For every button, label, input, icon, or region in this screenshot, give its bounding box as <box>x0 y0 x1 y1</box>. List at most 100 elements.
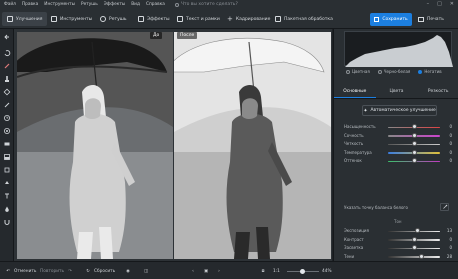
back-arrow-icon[interactable] <box>3 33 11 41</box>
tab-effects[interactable]: Эффекты <box>133 12 175 26</box>
fit-screen-button[interactable]: ⧈ <box>259 266 267 276</box>
color-slider-row: Насыщенность 0 <box>344 123 456 131</box>
tab-effects-label: Эффекты <box>147 16 170 22</box>
slider-track[interactable] <box>388 230 440 232</box>
slider-handle[interactable] <box>414 228 420 233</box>
slider-track[interactable] <box>388 256 440 258</box>
tab-enhance-label: Улучшения <box>16 16 43 22</box>
slider-handle[interactable] <box>418 253 424 259</box>
slider-handle[interactable] <box>411 141 417 146</box>
subtab-sharpness[interactable]: Резкость <box>417 85 458 98</box>
tab-crop[interactable]: + Кадрирование <box>222 12 275 26</box>
slider-value: 0 <box>449 141 452 146</box>
redo-button[interactable]: Повторить ↷ <box>40 266 74 276</box>
menu-tools[interactable]: Инструменты <box>44 2 75 7</box>
prev-image-button[interactable]: ‹ <box>189 266 197 276</box>
undo-label: Отменить <box>14 268 37 274</box>
slider-label: Температура <box>344 149 372 155</box>
text-tool-icon[interactable] <box>3 192 11 200</box>
menu-search[interactable]: Что вы хотите сделать? <box>174 2 238 7</box>
tab-retouch[interactable]: Ретушь <box>95 12 132 26</box>
fill-icon[interactable] <box>3 179 11 187</box>
undo-button[interactable]: ↶ Отменить <box>4 266 36 276</box>
slider-value: 0 <box>449 124 452 129</box>
tab-tools[interactable]: Инструменты <box>46 12 97 26</box>
save-button[interactable]: Сохранить <box>370 13 412 26</box>
gradient-icon[interactable] <box>3 153 11 161</box>
actual-size-button[interactable]: 1:1 <box>273 266 280 276</box>
radio-bw[interactable]: Черно-белая <box>377 69 411 74</box>
target-icon[interactable] <box>3 127 11 135</box>
radio-bw-label: Черно-белая <box>383 69 411 74</box>
menu-view[interactable]: Вид <box>131 2 140 7</box>
zoom-slider-handle[interactable] <box>300 269 305 274</box>
eyedropper-button[interactable] <box>440 203 449 211</box>
radio-color-label: Цветная <box>352 69 370 74</box>
adjustments-panel: Цветная Черно-белая Негатив Основные Цве… <box>333 29 458 276</box>
tab-enhance[interactable]: Улучшения <box>2 12 48 26</box>
brush-icon <box>100 16 106 22</box>
fit-screen-icon: ⧈ <box>261 268 265 274</box>
tab-batch[interactable]: Пакетная обработка <box>270 12 338 26</box>
pen-icon[interactable] <box>3 62 11 70</box>
search-placeholder: Что вы хотите сделать? <box>180 2 238 7</box>
radio-circle <box>346 69 350 74</box>
magnet-icon[interactable] <box>3 218 11 226</box>
square-icon[interactable] <box>3 166 11 174</box>
slider-handle[interactable] <box>411 245 417 251</box>
histogram <box>344 31 453 67</box>
tab-text-frames[interactable]: Текст и рамки <box>172 12 225 26</box>
workspace: До После <box>14 29 332 261</box>
clock-icon[interactable] <box>3 114 11 122</box>
auto-enhance-button[interactable]: ✦ Автоматическое улучшение <box>362 105 437 116</box>
radio-negative[interactable]: Негатив <box>418 69 442 74</box>
batch-icon <box>275 16 281 22</box>
slider-handle[interactable] <box>411 158 417 163</box>
rectangle-icon[interactable] <box>3 140 11 148</box>
panel-subtabs: Основные Цвета Резкость <box>334 85 458 99</box>
white-balance-label: Указать точку баланса белого <box>344 205 408 210</box>
menu-retouch[interactable]: Ретушь <box>81 2 98 7</box>
rotate-icon[interactable] <box>3 49 11 57</box>
menu-help[interactable]: Справка <box>146 2 165 7</box>
slider-handle[interactable] <box>411 236 417 242</box>
color-slider-row: Температура 0 <box>344 149 456 157</box>
compare-view-button[interactable]: ◉ <box>124 266 132 276</box>
slider-handle[interactable] <box>411 124 417 129</box>
eraser-icon[interactable] <box>3 88 11 96</box>
ratio-label: 1:1 <box>273 268 280 274</box>
slider-handle[interactable] <box>411 132 417 138</box>
menu-edit[interactable]: Правка <box>22 2 38 7</box>
subtab-basic[interactable]: Основные <box>334 85 376 98</box>
print-button[interactable]: Печать <box>418 14 444 25</box>
split-view-button[interactable]: ◫ <box>142 266 150 276</box>
slider-label: Экспозиция <box>344 228 369 233</box>
tone-slider-row: Контраст 0 <box>344 236 456 244</box>
menu-effects[interactable]: Эффекты <box>104 2 125 7</box>
after-photo[interactable] <box>174 32 331 259</box>
maximize-icon[interactable]: □ <box>437 1 442 7</box>
radio-color[interactable]: Цветная <box>346 69 370 74</box>
save-icon <box>374 17 380 22</box>
eye-icon: ◉ <box>126 268 130 274</box>
search-icon <box>174 2 179 7</box>
tab-text-frames-label: Текст и рамки <box>186 16 220 22</box>
bottom-bar: ↶ Отменить Повторить ↷ ↻ Сбросить ◉ ◫ ‹ … <box>0 261 458 279</box>
reset-button[interactable]: ↻ Сбросить <box>84 266 115 276</box>
stamp-icon[interactable] <box>3 75 11 83</box>
tone-slider-row: Экспозиция 13 <box>344 227 456 235</box>
drop-icon[interactable] <box>3 205 11 213</box>
subtab-colors[interactable]: Цвета <box>376 85 418 98</box>
close-icon[interactable]: ✕ <box>450 1 454 7</box>
undo-icon: ↶ <box>6 268 10 274</box>
image-icon: ▣ <box>203 268 209 274</box>
menu-file[interactable]: Файл <box>4 2 16 7</box>
minimize-icon[interactable]: – <box>427 1 430 7</box>
before-photo[interactable] <box>17 32 173 259</box>
slider-label: Тени <box>344 253 355 259</box>
window-controls: – □ ✕ <box>427 1 454 7</box>
brush-tool-icon[interactable] <box>3 101 11 109</box>
next-image-button[interactable]: › <box>215 266 223 276</box>
slider-handle[interactable] <box>411 149 417 155</box>
gallery-button[interactable]: ▣ <box>202 266 210 276</box>
